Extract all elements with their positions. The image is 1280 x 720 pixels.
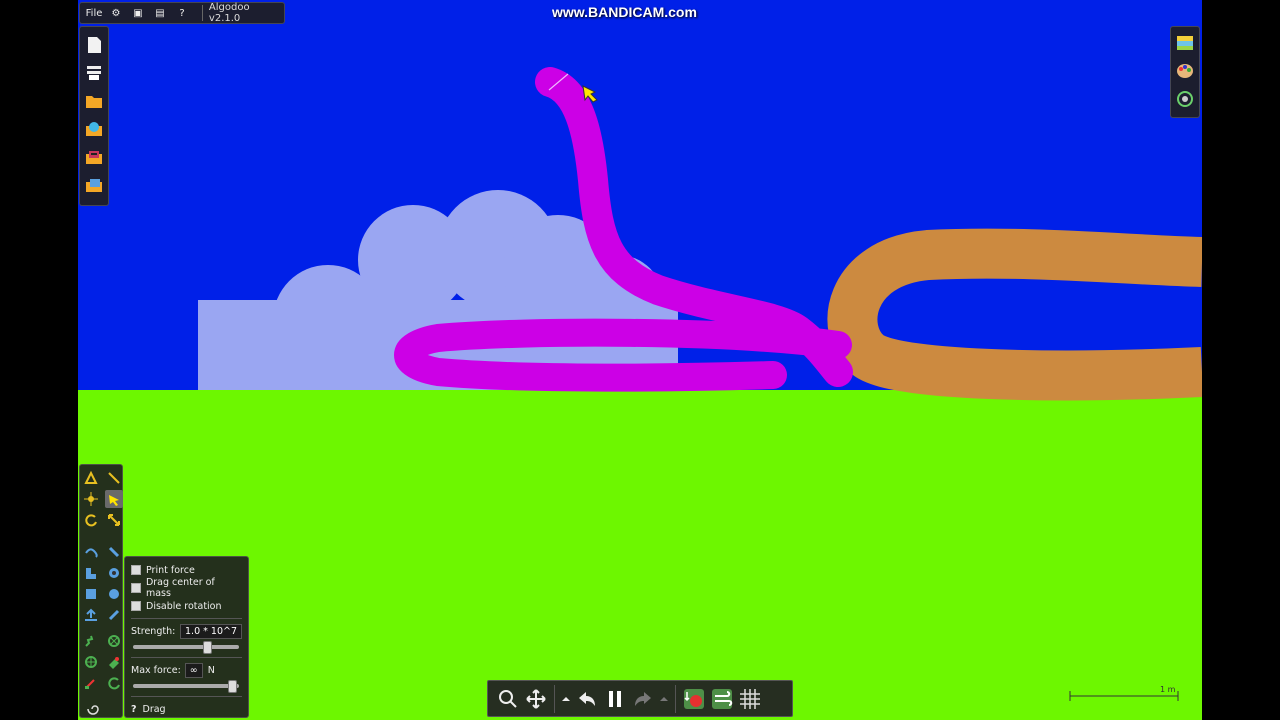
grid-icon[interactable] [736,685,764,713]
redo-dropdown-icon[interactable] [657,685,671,713]
scale-tool-icon[interactable] [105,511,123,529]
browse-scenes-icon[interactable] [83,117,105,141]
drag-center-option[interactable]: Drag center of mass [131,577,242,599]
knife-tool-icon[interactable] [105,543,123,561]
box-tool-icon[interactable] [82,585,100,603]
drag-options-panel: Print force Drag center of mass Disable … [124,556,249,718]
gear-tool-icon[interactable] [105,564,123,582]
divider [131,696,242,697]
gravity-icon[interactable] [680,685,708,713]
new-scene-icon[interactable] [83,33,105,57]
pause-icon[interactable] [601,685,629,713]
print-force-label: Print force [146,564,195,576]
maxforce-row: Max force: ∞ N [131,661,242,679]
tools-panel [79,464,123,718]
zoom-icon[interactable] [494,685,522,713]
strength-row: Strength: 1.0 * 10^7 [131,622,242,640]
rope-tool-icon[interactable] [82,543,100,561]
tracer-tool-icon[interactable] [105,674,123,692]
divider [131,657,242,658]
toolbar-separator [675,684,676,713]
redo-icon[interactable] [629,685,657,713]
brush-tool-icon[interactable] [105,469,123,487]
maxforce-slider[interactable] [131,679,242,693]
polygon-tool-icon[interactable] [82,564,100,582]
drag-center-checkbox[interactable] [131,583,141,593]
strength-slider[interactable] [131,640,242,654]
open-folder-icon[interactable] [83,89,105,113]
disable-rotation-checkbox[interactable] [131,601,141,611]
save-folder-icon[interactable] [83,173,105,197]
thruster-tool-icon[interactable] [105,653,123,671]
sketch-tool-icon[interactable] [82,469,100,487]
skin-icon[interactable] [1174,87,1196,111]
maxforce-slider-track [133,684,239,688]
fixate-tool-icon[interactable] [105,632,123,650]
left-file-toolbar [79,26,109,206]
plane-tool-icon[interactable] [82,606,100,624]
strength-value[interactable]: 1.0 * 10^7 [180,623,242,639]
top-menu-bar: File ⚙ ▣ ▤ ? Algodoo v2.1.0 [79,2,285,24]
drag-tool-icon[interactable] [105,490,123,508]
toolbar-separator [554,684,555,713]
menu-separator [202,5,203,21]
maxforce-value[interactable]: ∞ [184,662,203,678]
help-icon[interactable]: ? [131,704,137,715]
hinge-tool-icon[interactable] [82,653,100,671]
strength-slider-track [133,645,239,649]
circle-tool-icon[interactable] [105,585,123,603]
background-icon[interactable] [1174,31,1196,55]
drag-center-label: Drag center of mass [145,577,215,599]
strength-label: Strength: [131,625,176,637]
disable-rotation-option[interactable]: Disable rotation [131,597,242,615]
canvas[interactable]: 1 m www.BANDICAM.com File ⚙ ▣ ▤ ? Algodo… [78,0,1202,720]
help-icon[interactable]: ? [174,4,190,22]
move-tool-icon[interactable] [82,490,100,508]
bottom-toolbar [487,680,793,717]
disable-rotation-label: Disable rotation [146,600,222,612]
right-toolbar [1170,26,1200,118]
file-menu[interactable]: File [86,4,103,22]
settings-icon[interactable]: ⚙ [108,4,124,22]
rotate-tool-icon[interactable] [82,511,100,529]
maxforce-slider-thumb[interactable] [228,680,238,693]
window-icon[interactable]: ▤ [152,4,168,22]
tool-name-row: ? Drag [131,700,242,718]
move-icon[interactable] [522,685,550,713]
palette-icon[interactable] [1174,59,1196,83]
divider [131,618,242,619]
laser-tool-icon[interactable] [82,674,100,692]
air-friction-icon[interactable] [708,685,736,713]
vortex-tool-icon[interactable] [84,700,102,718]
scale-label: 1 m [1160,685,1176,694]
app-title: Algodoo v2.1.0 [208,2,250,24]
strength-slider-thumb[interactable] [202,641,212,654]
scene-settings-icon[interactable] [83,61,105,85]
fullscreen-icon[interactable]: ▣ [130,4,146,22]
phunlets-icon[interactable] [83,145,105,169]
undo-icon[interactable] [573,685,601,713]
undo-dropdown-icon[interactable] [559,685,573,713]
chain-tool-icon[interactable] [105,606,123,624]
bandicam-watermark: www.BANDICAM.com [552,4,697,20]
maxforce-label: Max force: [131,664,181,676]
print-force-checkbox[interactable] [131,565,141,575]
maxforce-unit: N [207,664,215,676]
spring-tool-icon[interactable] [82,632,100,650]
tool-name: Drag [142,703,166,715]
